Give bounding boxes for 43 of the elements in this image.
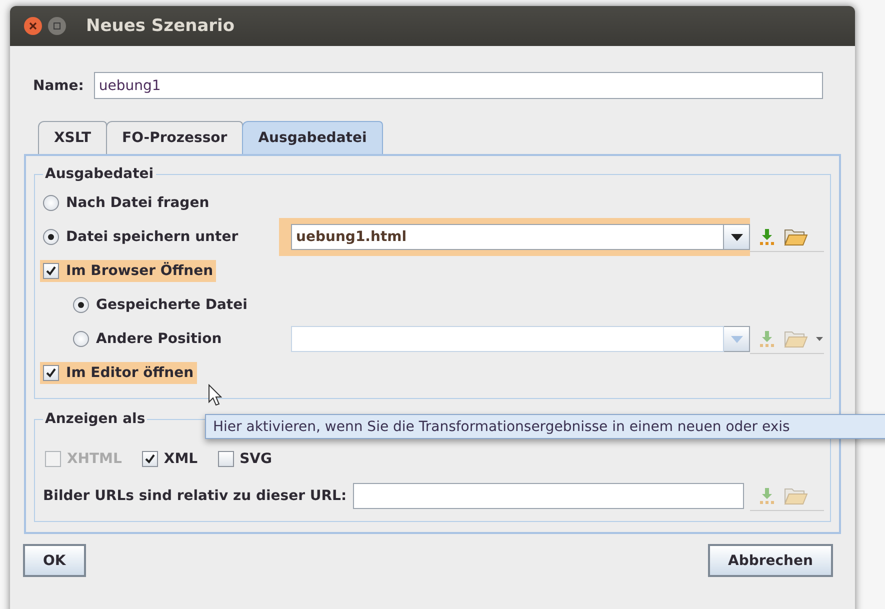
tab[interactable]: XSLT: [38, 121, 108, 154]
option-label: Gespeicherte Datei: [96, 297, 248, 313]
close-icon[interactable]: [24, 17, 42, 35]
caret-icon[interactable]: [816, 336, 823, 340]
url-field[interactable]: [352, 483, 744, 509]
checkbox[interactable]: [43, 263, 59, 279]
radio-button[interactable]: [43, 229, 59, 245]
name-field[interactable]: uebung1: [94, 72, 823, 99]
radio-button[interactable]: [43, 195, 59, 211]
caret-icon: [730, 336, 742, 342]
radio-button[interactable]: [73, 331, 89, 347]
dialog-button[interactable]: Abbrechen: [708, 544, 833, 577]
download-icon[interactable]: [758, 486, 776, 504]
option-label: Andere Position: [96, 331, 222, 347]
radio-button[interactable]: [73, 297, 89, 313]
caret-icon: [730, 234, 742, 240]
cursor-icon: [208, 384, 222, 406]
checkbox[interactable]: [218, 451, 234, 467]
file-combo-field[interactable]: uebung1.html: [291, 224, 724, 250]
name-label: Name:: [33, 78, 84, 94]
dropdown-button[interactable]: [724, 224, 750, 250]
folder-icon[interactable]: [784, 226, 808, 246]
folder-icon[interactable]: [784, 486, 808, 506]
group-title: Anzeigen als: [44, 411, 146, 427]
option-label: Im Browser Öffnen: [66, 263, 214, 279]
option-label: Datei speichern unter: [66, 229, 238, 245]
option-label: Im Editor öffnen: [66, 365, 194, 381]
url-label: Bilder URLs sind relativ zu dieser URL:: [43, 488, 347, 504]
dialog-button[interactable]: OK: [23, 544, 86, 577]
format-label: XML: [164, 451, 198, 467]
download-icon[interactable]: [758, 228, 776, 246]
window-title: Neues Szenario: [86, 16, 235, 36]
checkbox[interactable]: [43, 365, 59, 381]
folder-icon[interactable]: [784, 328, 808, 348]
tab[interactable]: Ausgabedatei: [242, 121, 383, 154]
group-title: Ausgabedatei: [44, 166, 155, 182]
checkbox[interactable]: [142, 451, 158, 467]
option-label: Nach Datei fragen: [66, 195, 210, 211]
download-icon[interactable]: [758, 330, 776, 348]
format-label: SVG: [240, 451, 272, 467]
format-label: XHTML: [67, 451, 122, 467]
maximize-icon[interactable]: [48, 17, 66, 35]
tooltip: Hier aktivieren, wenn Sie die Transformationsergebnisse in einem neuen oder exis: [205, 414, 885, 439]
